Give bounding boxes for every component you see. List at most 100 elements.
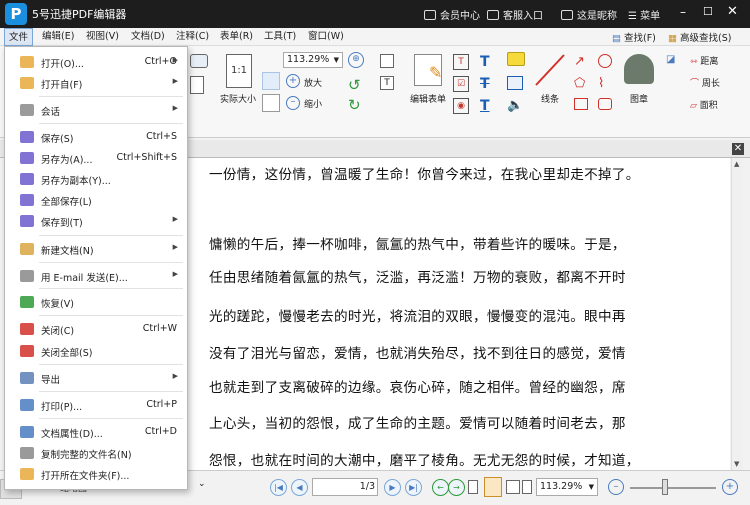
scroll-up-icon[interactable]: ▲ bbox=[734, 160, 739, 168]
zoom-status-select[interactable]: 113.29% ▼ bbox=[536, 478, 598, 496]
fit-page-icon[interactable] bbox=[262, 72, 280, 90]
zoom-in-status-icon[interactable]: + bbox=[722, 479, 738, 495]
zoom-out-status-icon[interactable]: – bbox=[608, 479, 624, 495]
menu-edit[interactable]: 编辑(E) bbox=[38, 28, 78, 46]
advanced-find-button[interactable]: ▦ 高级查找(S) bbox=[668, 30, 731, 44]
zoom-out-icon[interactable]: – bbox=[286, 96, 300, 110]
maximize-button[interactable]: ☐ bbox=[703, 5, 717, 21]
next-page-button[interactable]: ▶ bbox=[384, 479, 401, 496]
file-menu-item[interactable]: 导出 ▶ bbox=[5, 368, 187, 388]
line-tool-icon[interactable] bbox=[533, 52, 567, 88]
facing-page-icon[interactable] bbox=[506, 480, 520, 494]
lines-label: 线条 bbox=[541, 95, 560, 105]
file-menu-item[interactable]: 打印(P)... Ctrl+P bbox=[5, 395, 187, 415]
cover-page-icon[interactable] bbox=[522, 480, 532, 494]
underline-icon[interactable]: T bbox=[480, 98, 490, 114]
file-menu-item[interactable]: 保存到(T) ▶ bbox=[5, 211, 187, 231]
polyline-tool-icon[interactable]: ⌇ bbox=[598, 76, 604, 91]
file-menu-item[interactable]: 恢复(V) bbox=[5, 292, 187, 312]
first-page-button[interactable]: |◀ bbox=[270, 479, 287, 496]
file-menu-item[interactable]: 用 E-mail 发送(E)... ▶ bbox=[5, 266, 187, 286]
file-menu-item[interactable]: 另存为(A)... Ctrl+Shift+S bbox=[5, 148, 187, 168]
close-window-button[interactable]: ✕ bbox=[727, 4, 741, 20]
user-nickname[interactable]: 这是昵称 bbox=[561, 7, 617, 22]
zoom-out-label[interactable]: 缩小 bbox=[304, 97, 322, 110]
attachment-icon[interactable] bbox=[507, 76, 523, 90]
file-menu-item[interactable]: 打开所在文件夹(F)... bbox=[5, 464, 187, 484]
circle-tool-icon[interactable] bbox=[598, 54, 612, 68]
stamp-icon[interactable] bbox=[624, 54, 654, 84]
file-menu-item[interactable]: 另存为副本(Y)... bbox=[5, 169, 187, 189]
area-tool[interactable]: ▱ 面积 bbox=[690, 98, 718, 111]
rectangle-tool-icon[interactable] bbox=[574, 98, 588, 110]
menu-file[interactable]: 文件 bbox=[4, 28, 34, 46]
file-menu-item[interactable]: 文档属性(D)... Ctrl+D bbox=[5, 422, 187, 442]
arrow-tool-icon[interactable]: ↗ bbox=[574, 54, 585, 69]
cloud-tool-icon[interactable] bbox=[598, 98, 612, 110]
highlight-text-icon[interactable]: T bbox=[480, 54, 490, 70]
select-text-icon[interactable] bbox=[190, 76, 204, 94]
main-menu-button[interactable]: ☰ 菜单 bbox=[628, 7, 660, 22]
continuous-page-icon[interactable] bbox=[484, 477, 502, 497]
back-button[interactable]: ← bbox=[432, 479, 449, 496]
file-menu-item[interactable]: 打开(O)... Ctrl+O ▶ bbox=[5, 52, 187, 72]
restore-icon bbox=[20, 296, 34, 308]
file-menu-item[interactable]: 关闭全部(S) bbox=[5, 341, 187, 361]
zoom-in-icon[interactable]: + bbox=[286, 74, 300, 88]
close-document-icon[interactable]: ✕ bbox=[732, 143, 744, 155]
expand-icon[interactable]: ⌄ bbox=[198, 479, 206, 489]
folder-open-icon bbox=[20, 77, 34, 89]
advanced-find-icon: ▦ bbox=[668, 33, 680, 44]
actual-size-icon[interactable]: 1:1 bbox=[226, 54, 252, 88]
insert-image-icon[interactable] bbox=[380, 54, 394, 68]
radio-field-icon[interactable]: ◉ bbox=[453, 98, 469, 114]
file-menu-item[interactable]: 保存(S) Ctrl+S bbox=[5, 127, 187, 147]
last-page-button[interactable]: ▶| bbox=[405, 479, 422, 496]
file-menu-item[interactable]: 打开自(F) ▶ bbox=[5, 73, 187, 93]
menu-document[interactable]: 文档(D) bbox=[127, 28, 169, 46]
file-menu-item[interactable]: 会话 ▶ bbox=[5, 100, 187, 120]
member-center-link[interactable]: 会员中心 bbox=[424, 7, 480, 22]
insert-text-icon[interactable]: T bbox=[380, 76, 394, 90]
eraser-icon[interactable]: ◪ bbox=[666, 54, 675, 65]
menu-tools[interactable]: 工具(T) bbox=[260, 28, 300, 46]
strikethrough-icon[interactable]: T bbox=[480, 76, 490, 92]
distance-icon: ⇿ bbox=[690, 57, 701, 67]
sticky-note-icon[interactable] bbox=[507, 52, 525, 66]
vertical-scrollbar[interactable]: ▲ ▼ bbox=[731, 158, 743, 470]
polygon-tool-icon[interactable]: ⬠ bbox=[574, 76, 585, 91]
minimize-button[interactable]: – bbox=[680, 5, 694, 21]
checkbox-field-icon[interactable]: ☑ bbox=[453, 76, 469, 92]
rotate-right-icon[interactable]: ↻ bbox=[348, 96, 361, 114]
file-menu-item-shortcut: Ctrl+P bbox=[146, 399, 177, 410]
zoom-tool-icon[interactable]: ⊕ bbox=[348, 52, 364, 68]
menu-window[interactable]: 窗口(W) bbox=[304, 28, 348, 46]
forward-button[interactable]: → bbox=[448, 479, 465, 496]
file-menu-item[interactable]: 全部保存(L) bbox=[5, 190, 187, 210]
zoom-in-label[interactable]: 放大 bbox=[304, 76, 322, 89]
perimeter-tool[interactable]: ⌒ 周长 bbox=[690, 76, 720, 89]
zoom-slider[interactable] bbox=[630, 487, 716, 489]
file-menu-item-label: 关闭全部(S) bbox=[41, 348, 93, 359]
menu-comment[interactable]: 注释(C) bbox=[172, 28, 213, 46]
fit-width-icon[interactable] bbox=[262, 94, 280, 112]
snapshot-icon[interactable] bbox=[190, 54, 208, 68]
rotate-left-icon[interactable]: ↺ bbox=[348, 76, 361, 94]
menu-view[interactable]: 视图(V) bbox=[82, 28, 123, 46]
find-button[interactable]: ▤ 查找(F) bbox=[612, 30, 656, 44]
file-menu-item[interactable]: 复制完整的文件名(N) bbox=[5, 443, 187, 463]
scroll-down-icon[interactable]: ▼ bbox=[734, 460, 739, 468]
text-field-icon[interactable]: T bbox=[453, 54, 469, 70]
distance-tool[interactable]: ⇿ 距离 bbox=[690, 54, 718, 67]
menu-form[interactable]: 表单(R) bbox=[216, 28, 257, 46]
file-menu-item[interactable]: 关闭(C) Ctrl+W bbox=[5, 319, 187, 339]
single-page-icon[interactable] bbox=[468, 480, 478, 494]
customer-service-link[interactable]: 客服入口 bbox=[487, 7, 543, 22]
page-number-input[interactable]: 1/3 bbox=[312, 478, 378, 496]
sound-icon[interactable]: 🔈 bbox=[507, 98, 523, 113]
edit-form-icon[interactable]: ✎ bbox=[414, 54, 442, 86]
zoom-slider-thumb[interactable] bbox=[662, 479, 668, 495]
file-menu-item[interactable]: 新建文档(N) ▶ bbox=[5, 239, 187, 259]
prev-page-button[interactable]: ◀ bbox=[291, 479, 308, 496]
zoom-select[interactable]: 113.29% ▼ bbox=[283, 52, 343, 68]
